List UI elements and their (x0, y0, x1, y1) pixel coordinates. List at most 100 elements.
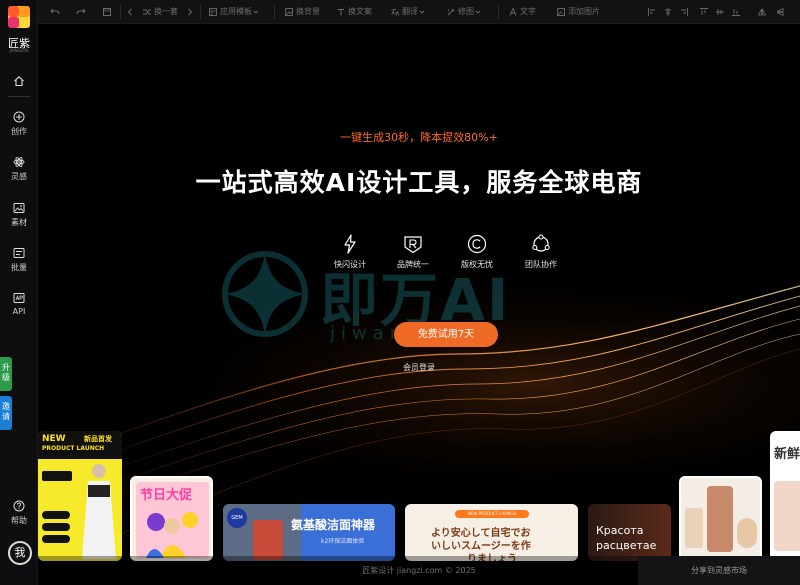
sidebar-item-create[interactable]: 创作 (0, 111, 38, 141)
template-card-beauty[interactable]: Красота расцветае (588, 504, 671, 561)
copyright-icon (467, 234, 487, 254)
swap-one-label: 换一套 (154, 7, 178, 16)
add-text-button[interactable]: 文字 (508, 4, 536, 20)
model-figure-image (82, 464, 116, 559)
background-icon (285, 7, 293, 16)
card-tag: GEM (227, 508, 247, 528)
card-tag: NEW PRODUCT LAUNCH (455, 510, 529, 518)
hero-kicker: 一键生成30秒，降本提效80%+ (340, 131, 498, 144)
sidebar-item-home[interactable] (0, 75, 38, 105)
shuffle-icon (143, 9, 151, 14)
save-icon (103, 7, 111, 16)
card-product-bottle (253, 520, 283, 560)
align-right-icon[interactable] (680, 8, 688, 16)
card-price-tags (42, 511, 70, 547)
redo-button[interactable] (76, 4, 88, 20)
card-title-new: NEW (42, 434, 66, 444)
feature-brand-unify: 品牌统一 (388, 234, 438, 270)
retouch-button[interactable]: 修图 (446, 4, 484, 20)
swap-bg-label: 换背景 (296, 7, 320, 16)
chevron-down-icon (253, 10, 259, 14)
sidebar-item-label: 帮助 (11, 516, 27, 525)
card-product-photo (774, 481, 800, 551)
feature-label: 版权无忧 (461, 260, 493, 269)
template-card-festival[interactable]: 节日大促 (130, 476, 213, 561)
logo-subtext: JIANGZIAI (9, 48, 29, 53)
apply-template-button[interactable]: 应用模板 (208, 4, 262, 20)
swap-one-button[interactable]: 换一套 (142, 4, 178, 20)
translate-icon (391, 8, 400, 16)
avatar[interactable]: 我 (8, 541, 32, 565)
card-title-fresh: 新鲜 (774, 447, 800, 462)
card-date-pill (42, 471, 72, 481)
align-center-h-icon[interactable] (664, 8, 672, 16)
invite-tab[interactable]: 邀请 (0, 396, 12, 430)
card-title-launch: PRODUCT LAUNCH (42, 445, 105, 452)
card-subtitle-cleanser: k2环保洁面体验 (321, 538, 365, 545)
retouch-label: 修图 (458, 7, 474, 16)
save-button[interactable] (102, 4, 114, 20)
sidebar-item-label: 灵感 (11, 172, 27, 181)
sidebar-item-materials[interactable]: 素材 (0, 202, 38, 232)
redo-icon (76, 8, 86, 14)
align-bottom-icon[interactable] (732, 8, 740, 16)
card-product-jar (685, 508, 703, 548)
card-line-1: Красота (596, 524, 644, 537)
feature-copyright-safe: 版权无忧 (452, 234, 502, 270)
upgrade-tab[interactable]: 升级 (0, 357, 12, 391)
lightning-icon (344, 234, 356, 254)
add-text-label: 文字 (520, 7, 536, 16)
card-line-2: расцветае (596, 539, 657, 552)
sidebar-item-label: 创作 (11, 127, 27, 136)
swap-bg-button[interactable]: 换背景 (284, 4, 320, 20)
hero-area: 即万AI jiwanai.com 一键生成30秒，降本提效80%+ 一站式高效A… (38, 24, 800, 585)
flip-horizontal-icon[interactable] (758, 8, 766, 16)
sidebar-item-help[interactable]: 帮助 (0, 500, 38, 530)
template-card-product-launch[interactable]: NEW PRODUCT LAUNCH 新品首发 (38, 431, 122, 561)
swap-copy-label: 换文案 (348, 7, 372, 16)
template-card-smoothie[interactable]: NEW PRODUCT LAUNCH より安心して自宅でお いしいスムージーを作… (405, 504, 578, 561)
home-icon (14, 76, 24, 87)
top-toolbar: 换一套 应用模板 换背景 换文案 翻译 修图 文字 添加图片 (38, 0, 638, 24)
card-product-bottle (707, 486, 733, 552)
flip-vertical-icon[interactable] (776, 8, 784, 16)
toolbar-divider (498, 5, 499, 19)
undo-icon (50, 8, 60, 14)
align-left-icon[interactable] (648, 8, 656, 16)
feature-label: 品牌统一 (397, 260, 429, 269)
sidebar-item-batch[interactable]: 批量 (0, 247, 38, 277)
add-image-icon (557, 7, 565, 16)
template-card-fresh[interactable]: 新鲜 (770, 431, 800, 561)
image-icon (13, 203, 25, 213)
team-collab-icon (532, 234, 550, 252)
toolbar-divider (200, 5, 201, 19)
hero-headline: 一站式高效AI设计工具，服务全球电商 (195, 168, 643, 197)
app-logo-icon[interactable] (8, 6, 30, 28)
share-to-market-button[interactable]: 分享到灵感市场 (638, 556, 800, 585)
card-product-cream (737, 518, 757, 548)
prev-button[interactable] (126, 4, 136, 20)
card-title-cleanser: 氨基酸洁面神器 (291, 518, 376, 532)
atom-icon (13, 157, 25, 167)
template-card-cleanser[interactable]: GEM 氨基酸洁面神器 k2环保洁面体验 (223, 504, 395, 561)
align-middle-icon[interactable] (716, 8, 724, 16)
swap-copy-button[interactable]: 换文案 (336, 4, 372, 20)
undo-button[interactable] (50, 4, 62, 20)
free-trial-button[interactable]: 免费试用7天 (394, 322, 498, 347)
chevron-down-icon (419, 10, 425, 14)
toolbar-divider (274, 5, 275, 19)
add-image-label: 添加图片 (568, 7, 600, 16)
card-badge: 新品首发 (84, 435, 112, 443)
translate-button[interactable]: 翻译 (390, 4, 428, 20)
sidebar-item-inspiration[interactable]: 灵感 (0, 156, 38, 186)
text-icon (509, 6, 517, 16)
template-card-skincare[interactable] (679, 476, 762, 561)
chevron-left-icon (127, 8, 132, 15)
chevron-right-icon (188, 8, 193, 15)
add-image-button[interactable]: 添加图片 (556, 4, 600, 20)
next-button[interactable] (186, 4, 196, 20)
sidebar-item-label: API (12, 307, 26, 316)
member-login-link[interactable]: 会员登录 (38, 362, 800, 373)
sidebar-item-api[interactable]: API (0, 292, 38, 322)
align-top-icon[interactable] (700, 8, 708, 16)
